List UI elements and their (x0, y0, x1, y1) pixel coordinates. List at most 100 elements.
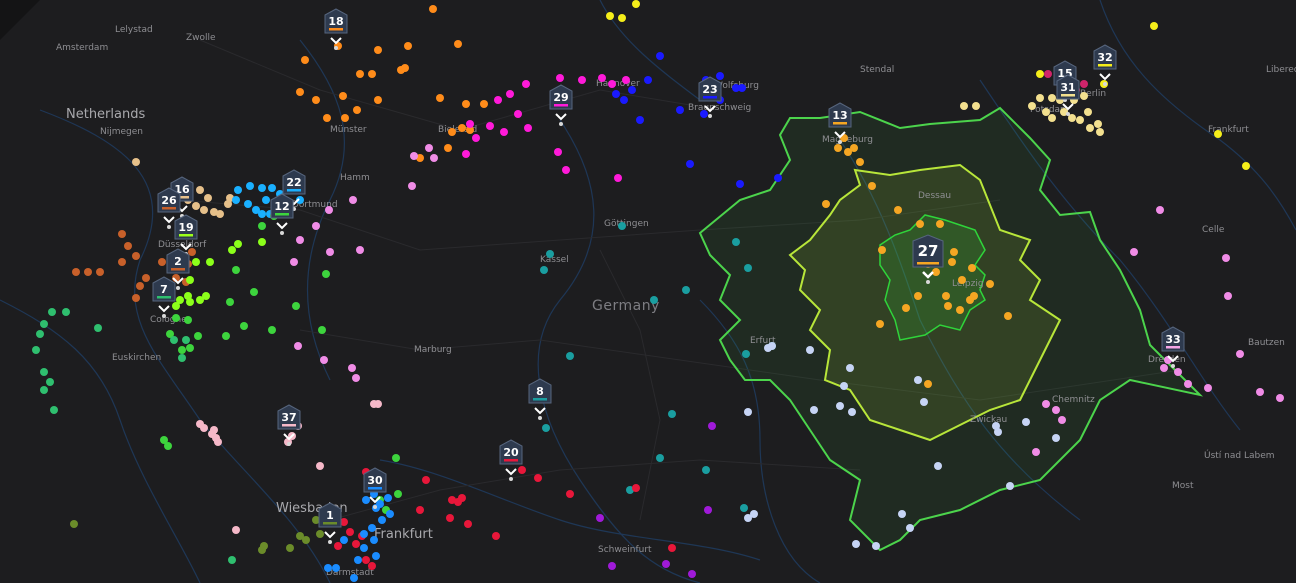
station-dot-green[interactable] (226, 298, 234, 306)
station-dot-sky[interactable] (246, 182, 254, 190)
station-dot-violet[interactable] (608, 562, 616, 570)
station-dot-lime[interactable] (202, 292, 210, 300)
station-dot-orange[interactable] (296, 88, 304, 96)
station-dot-pink[interactable] (1276, 394, 1284, 402)
station-dot-cyan[interactable] (682, 286, 690, 294)
station-dot-cyan[interactable] (732, 238, 740, 246)
station-dot-blue[interactable] (656, 52, 664, 60)
station-dot-lavender[interactable] (1006, 482, 1014, 490)
station-dot-cream[interactable] (1076, 116, 1084, 124)
station-dot-orange[interactable] (374, 46, 382, 54)
station-dot-teal[interactable] (178, 354, 186, 362)
station-dot-pink[interactable] (1204, 384, 1212, 392)
station-dot-orange[interactable] (458, 124, 466, 132)
station-dot-olive[interactable] (286, 544, 294, 552)
station-dot-rose[interactable] (200, 424, 208, 432)
station-dot-blue[interactable] (716, 72, 724, 80)
station-dot-rust[interactable] (132, 294, 140, 302)
station-dot-red[interactable] (464, 520, 472, 528)
station-dot-green[interactable] (240, 322, 248, 330)
station-dot-lavender[interactable] (994, 428, 1002, 436)
cluster-marker-1[interactable]: 1 (318, 502, 342, 544)
station-dot-blue[interactable] (612, 90, 620, 98)
station-dot-rust[interactable] (136, 282, 144, 290)
station-dot-amber[interactable] (958, 276, 966, 284)
station-dot-orange[interactable] (353, 106, 361, 114)
station-dot-amber[interactable] (944, 302, 952, 310)
station-dot-magenta[interactable] (598, 74, 606, 82)
station-dot-rose[interactable] (232, 526, 240, 534)
station-dot-pink[interactable] (1224, 292, 1232, 300)
station-dot-olive[interactable] (70, 520, 78, 528)
station-dot-amber[interactable] (876, 320, 884, 328)
station-dot-azure[interactable] (384, 494, 392, 502)
station-dot-azure[interactable] (360, 544, 368, 552)
station-dot-cyan[interactable] (740, 504, 748, 512)
station-dot-green[interactable] (222, 332, 230, 340)
station-dot-magenta[interactable] (522, 80, 530, 88)
station-dot-magenta[interactable] (608, 80, 616, 88)
station-dot-sky[interactable] (232, 196, 240, 204)
station-dot-sky[interactable] (262, 196, 270, 204)
station-dot-lavender[interactable] (934, 462, 942, 470)
station-dot-blue[interactable] (774, 174, 782, 182)
station-dot-amber[interactable] (936, 220, 944, 228)
cluster-marker-18[interactable]: 18 (324, 8, 348, 50)
station-dot-pink[interactable] (1222, 254, 1230, 262)
station-dot-cyan[interactable] (656, 454, 664, 462)
station-dot-amber[interactable] (950, 248, 958, 256)
station-dot-lime[interactable] (228, 246, 236, 254)
station-dot-rust[interactable] (132, 252, 140, 260)
station-dot-cream[interactable] (960, 102, 968, 110)
station-dot-violet[interactable] (662, 560, 670, 568)
station-dot-magenta[interactable] (578, 76, 586, 84)
station-dot-magenta[interactable] (500, 128, 508, 136)
station-dot-lavender[interactable] (914, 376, 922, 384)
map-svg[interactable]: Amsterdam Zwolle Lelystad Netherlands Ni… (0, 0, 1296, 583)
station-dot-olive[interactable] (316, 530, 324, 538)
station-dot-magenta[interactable] (472, 134, 480, 142)
station-dot-blue[interactable] (738, 84, 746, 92)
station-dot-pink[interactable] (1042, 400, 1050, 408)
station-dot-amber[interactable] (924, 380, 932, 388)
station-dot-tan[interactable] (204, 194, 212, 202)
station-dot-yellow[interactable] (632, 0, 640, 8)
station-dot-green[interactable] (250, 288, 258, 296)
station-dot-sky[interactable] (268, 184, 276, 192)
station-dot-blue[interactable] (628, 86, 636, 94)
station-dot-orange[interactable] (356, 70, 364, 78)
station-dot-teal[interactable] (94, 324, 102, 332)
station-dot-lavender[interactable] (906, 524, 914, 532)
station-dot-magenta[interactable] (466, 120, 474, 128)
station-dot-rust[interactable] (118, 230, 126, 238)
station-dot-lime[interactable] (172, 302, 180, 310)
station-dot-amber[interactable] (986, 280, 994, 288)
station-dot-rust[interactable] (124, 242, 132, 250)
station-dot-amber[interactable] (914, 292, 922, 300)
station-dot-lime[interactable] (184, 292, 192, 300)
station-dot-pink[interactable] (290, 258, 298, 266)
station-dot-lavender[interactable] (846, 364, 854, 372)
station-dot-orange[interactable] (374, 96, 382, 104)
station-dot-teal[interactable] (182, 336, 190, 344)
station-dot-magenta[interactable] (514, 110, 522, 118)
station-dot-amber[interactable] (970, 292, 978, 300)
station-dot-rose[interactable] (316, 462, 324, 470)
station-dot-azure[interactable] (362, 496, 370, 504)
station-dot-cream[interactable] (1086, 124, 1094, 132)
station-dot-azure[interactable] (354, 556, 362, 564)
station-dot-yellow[interactable] (618, 14, 626, 22)
station-dot-amber[interactable] (868, 182, 876, 190)
station-dot-lavender[interactable] (1022, 418, 1030, 426)
station-dot-cyan[interactable] (702, 466, 710, 474)
station-dot-rose[interactable] (374, 400, 382, 408)
station-dot-pink[interactable] (425, 144, 433, 152)
station-dot-blue[interactable] (620, 96, 628, 104)
station-dot-magenta[interactable] (622, 76, 630, 84)
station-dot-red[interactable] (416, 506, 424, 514)
station-dot-pink[interactable] (1184, 380, 1192, 388)
station-dot-pink[interactable] (1130, 248, 1138, 256)
station-dot-green[interactable] (164, 442, 172, 450)
station-dot-lavender[interactable] (1052, 434, 1060, 442)
station-dot-azure[interactable] (360, 530, 368, 538)
